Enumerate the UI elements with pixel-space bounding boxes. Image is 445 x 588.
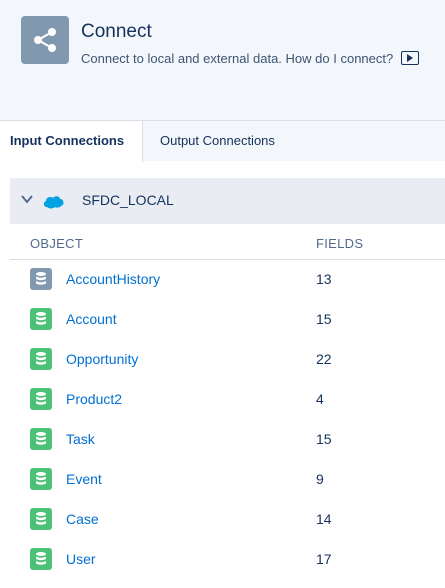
table-row: Opportunity 22 xyxy=(0,348,445,388)
connection-name: SFDC_LOCAL xyxy=(82,192,174,208)
table-row: Account 15 xyxy=(0,308,445,348)
page-subtitle: Connect to local and external data. How … xyxy=(81,51,419,66)
table-row: Task 15 xyxy=(0,428,445,468)
connection-tabs: Input Connections Output Connections xyxy=(0,120,445,162)
object-field-count: 15 xyxy=(316,311,332,327)
database-icon xyxy=(30,468,52,490)
help-link[interactable]: How do I connect? xyxy=(286,51,394,66)
chevron-down-icon[interactable] xyxy=(20,192,34,206)
object-field-count: 4 xyxy=(316,391,324,407)
object-field-count: 9 xyxy=(316,471,324,487)
salesforce-logo-icon xyxy=(43,196,64,209)
subtitle-text: Connect to local and external data. xyxy=(81,51,282,66)
object-name-link[interactable]: Product2 xyxy=(66,391,122,407)
object-field-count: 22 xyxy=(316,351,332,367)
object-name-link[interactable]: Account xyxy=(66,311,117,327)
database-icon xyxy=(30,308,52,330)
table-row: Product2 4 xyxy=(0,388,445,428)
header-divider xyxy=(10,259,445,260)
object-field-count: 14 xyxy=(316,511,332,527)
tab-output-connections[interactable]: Output Connections xyxy=(160,121,275,161)
object-name-link[interactable]: AccountHistory xyxy=(66,271,160,287)
object-name-link[interactable]: Event xyxy=(66,471,102,487)
page-header: Connect Connect to local and external da… xyxy=(0,0,445,120)
page-title: Connect xyxy=(81,21,152,42)
object-field-count: 17 xyxy=(316,551,332,567)
database-icon xyxy=(30,268,52,290)
table-row: User 17 xyxy=(0,548,445,588)
database-icon xyxy=(30,508,52,530)
tab-input-connections[interactable]: Input Connections xyxy=(0,121,143,162)
object-name-link[interactable]: Task xyxy=(66,431,95,447)
object-name-link[interactable]: Case xyxy=(66,511,99,527)
column-header-object: OBJECT xyxy=(30,236,84,251)
object-name-link[interactable]: User xyxy=(66,551,96,567)
object-name-link[interactable]: Opportunity xyxy=(66,351,138,367)
object-field-count: 15 xyxy=(316,431,332,447)
database-icon xyxy=(30,388,52,410)
table-row: AccountHistory 13 xyxy=(0,268,445,308)
database-icon xyxy=(30,428,52,450)
table-row: Event 9 xyxy=(0,468,445,508)
play-video-icon[interactable] xyxy=(400,51,419,65)
column-header-fields: FIELDS xyxy=(316,236,364,251)
object-field-count: 13 xyxy=(316,271,332,287)
share-icon xyxy=(21,16,69,64)
database-icon xyxy=(30,348,52,370)
connection-row[interactable]: SFDC_LOCAL xyxy=(10,178,445,224)
table-row: Case 14 xyxy=(0,508,445,548)
database-icon xyxy=(30,548,52,570)
